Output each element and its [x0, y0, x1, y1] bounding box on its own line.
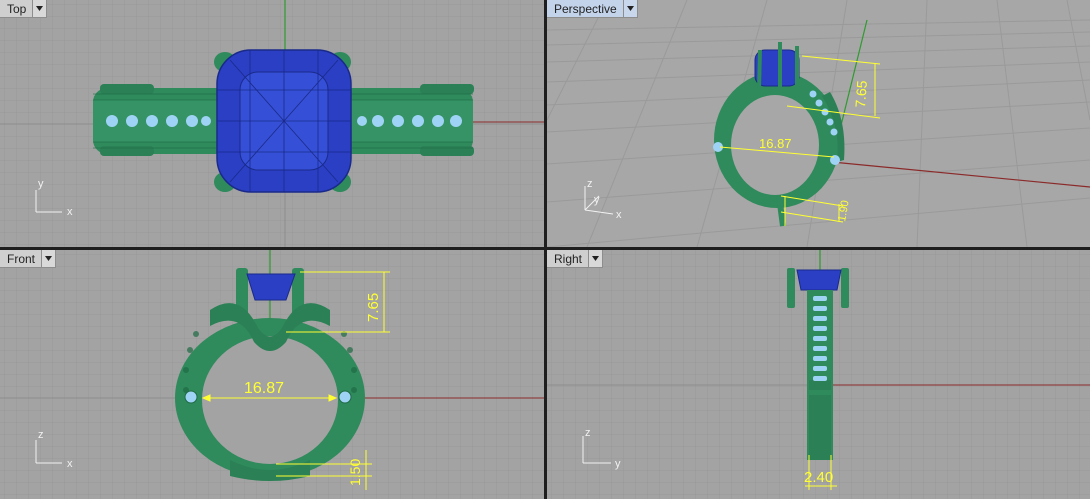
viewport-top[interactable]: Top y x [0, 0, 544, 247]
viewport-front-canvas[interactable]: 7.65 16.87 1.50 z x [0, 250, 544, 499]
axis-b-label: y [594, 194, 600, 206]
dim-inner-text: 16.87 [244, 380, 284, 397]
axis-v-label: z [585, 427, 591, 439]
viewport-right-label: Right [554, 252, 583, 266]
viewport-perspective-label: Perspective [554, 2, 617, 16]
dim-width-text: 2.40 [804, 469, 833, 486]
dim-inner-text: 16.87 [759, 136, 792, 151]
axis-h-label: x [67, 206, 73, 218]
viewport-perspective-canvas[interactable]: 7.65 16.87 1.90 z y x [547, 0, 1090, 247]
viewport-top-canvas[interactable]: y x [0, 0, 544, 247]
viewport-front[interactable]: Front 7.65 16.87 1.50 z x [0, 250, 544, 499]
viewport-top-label: Top [7, 2, 27, 16]
viewport-perspective[interactable]: Perspective 7.65 16.87 1.90 z y x [547, 0, 1090, 247]
axis-h-label: x [67, 458, 73, 470]
dim-band-text: 1.50 [347, 459, 363, 486]
viewport-right[interactable]: Right 2.40 z y [547, 250, 1090, 499]
viewport-front-title[interactable]: Front [0, 250, 57, 268]
dim-height-text: 7.65 [852, 80, 870, 109]
caret-down-icon[interactable] [622, 0, 637, 17]
axis-a-label: z [587, 178, 593, 190]
axis-v-label: z [38, 429, 44, 441]
axis-h-label: y [615, 458, 621, 470]
viewport-front-label: Front [7, 252, 36, 266]
viewport-top-title[interactable]: Top [0, 0, 48, 18]
axis-v-label: y [38, 178, 44, 190]
viewport-right-title[interactable]: Right [547, 250, 604, 268]
caret-down-icon[interactable] [588, 250, 603, 267]
viewport-perspective-title[interactable]: Perspective [547, 0, 638, 18]
caret-down-icon[interactable] [41, 250, 56, 267]
caret-down-icon[interactable] [32, 0, 47, 17]
viewport-right-canvas[interactable]: 2.40 z y [547, 250, 1090, 499]
dim-height-text: 7.65 [365, 293, 382, 322]
axis-c-label: x [616, 209, 622, 221]
